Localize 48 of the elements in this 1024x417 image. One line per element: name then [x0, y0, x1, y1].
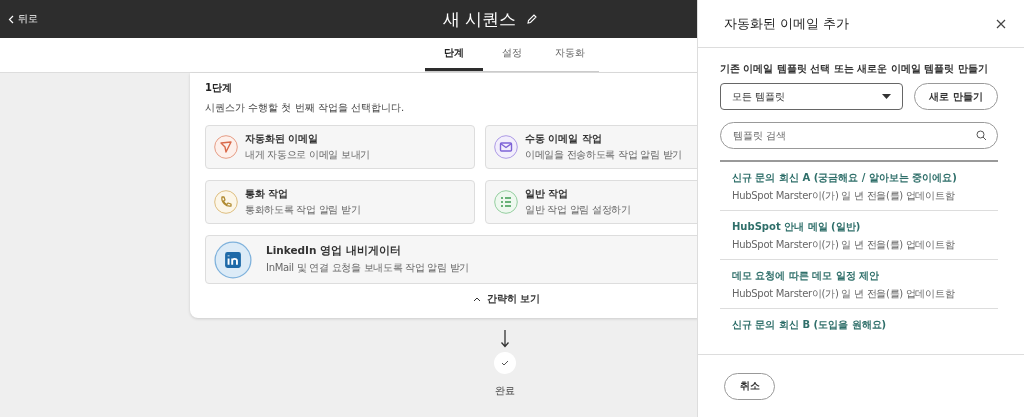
action-option[interactable]: 수동 이메일 작업 이메일을 전송하도록 작업 알림 받기	[485, 125, 697, 169]
template-meta: HubSpot Marster이(가) 일 년 전을(를) 업데이트함	[732, 238, 956, 252]
template-title[interactable]: 신규 문의 회신 B (도입을 원해요)	[732, 318, 990, 332]
pencil-icon[interactable]	[526, 13, 539, 25]
step-description: 시퀀스가 수행할 첫 번째 작업을 선택합니다.	[205, 101, 406, 115]
option-title: 통화 작업	[245, 187, 290, 201]
template-title[interactable]: 데모 요청에 따른 데모 일정 제안	[732, 269, 990, 283]
panel-title: 자동화된 이메일 추가	[724, 14, 850, 33]
phone-icon	[214, 190, 238, 214]
template-dropdown[interactable]: 모든 템플릿	[720, 83, 903, 110]
template-prompt: 기존 이메일 템플릿 선택 또는 새로운 이메일 템플릿 만들기	[720, 62, 989, 76]
template-title[interactable]: HubSpot 안내 메일 (일반)	[732, 220, 990, 234]
checklist-icon	[494, 190, 518, 214]
option-subtitle: 내게 자동으로 이메일 보내기	[245, 148, 371, 162]
search-icon	[976, 130, 987, 141]
search-field[interactable]: 템플릿 검색	[720, 122, 998, 149]
template-title[interactable]: 신규 문의 회신 A (궁금해요 / 알아보는 중이에요)	[732, 171, 990, 185]
paper-plane-icon	[214, 135, 238, 159]
tab[interactable]: 자동화	[541, 38, 599, 71]
collapse-link[interactable]: 간략히 보기	[473, 292, 541, 306]
caret-icon	[882, 94, 891, 99]
option-title: 수동 이메일 작업	[525, 132, 603, 146]
option-title: 자동화된 이메일	[245, 132, 320, 146]
option-subtitle: InMail 및 연결 요청을 보내도록 작업 알림 받기	[266, 261, 470, 275]
action-option[interactable]: LinkedIn 영업 내비게이터 InMail 및 연결 요청을 보내도록 작업 알림 받기	[205, 235, 697, 284]
step-title: 1단계	[205, 81, 233, 95]
action-option[interactable]: 통화 작업 통화하도록 작업 알림 받기	[205, 180, 475, 224]
option-title: LinkedIn 영업 내비게이터	[266, 244, 402, 258]
chevron-left-icon	[8, 14, 14, 24]
template-meta: HubSpot Marster이(가) 일 년 전을(를) 업데이트함	[732, 287, 956, 301]
cancel-button[interactable]: 취소	[724, 372, 775, 400]
action-option[interactable]: 일반 작업 일반 작업 알림 설정하기	[485, 180, 697, 224]
option-title: 일반 작업	[525, 187, 570, 201]
linkedin-icon	[214, 240, 252, 279]
complete-check-icon	[494, 352, 516, 374]
option-subtitle: 통화하도록 작업 알림 받기	[245, 203, 361, 217]
down-arrow-icon	[500, 330, 510, 348]
create-button[interactable]: 새로 만들기	[914, 83, 998, 110]
tab[interactable]: 설정	[483, 38, 541, 71]
option-subtitle: 이메일을 전송하도록 작업 알림 받기	[525, 148, 682, 162]
chevron-up-icon	[473, 296, 481, 302]
end-label: 완료	[495, 384, 515, 398]
option-subtitle: 일반 작업 알림 설정하기	[525, 203, 631, 217]
back-button[interactable]: 뒤로	[0, 12, 38, 26]
action-option[interactable]: 자동화된 이메일 내게 자동으로 이메일 보내기	[205, 125, 475, 169]
template-meta: HubSpot Marster이(가) 일 년 전을(를) 업데이트함	[732, 189, 956, 203]
envelope-icon	[494, 135, 518, 159]
sequence-title: 새 시퀀스	[443, 7, 517, 31]
